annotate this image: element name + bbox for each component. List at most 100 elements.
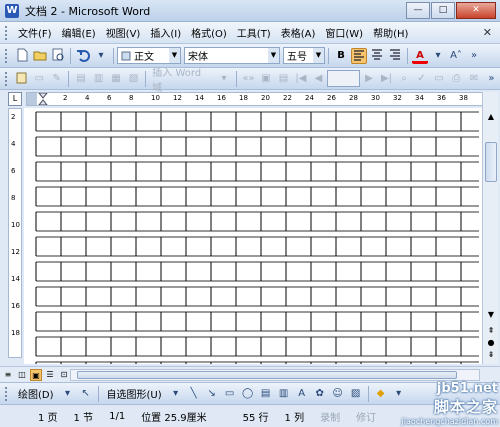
window-title: 文档 2 - Microsoft Word (25, 4, 151, 18)
insert-greeting-line-icon[interactable]: ▥ (91, 71, 106, 87)
menu-file[interactable]: 文件(F) (13, 25, 57, 40)
select-objects-pointer-icon[interactable]: ↖ (78, 386, 94, 402)
vertical-text-box-icon[interactable]: ▥ (276, 386, 292, 402)
insert-merge-fields-icon[interactable]: ▦ (108, 71, 123, 87)
next-record-icon[interactable]: ▶ (361, 71, 376, 87)
menu-edit[interactable]: 编辑(E) (57, 25, 101, 40)
chevron-down-icon[interactable]: ▾ (168, 386, 184, 402)
document-page[interactable] (24, 108, 482, 364)
wordart-icon[interactable]: A (294, 386, 310, 402)
horizontal-ruler[interactable]: 2 4 6 8 10 12 14 16 18 20 22 24 26 28 30 32 34 36 38 (26, 92, 484, 106)
menubar-grip-handle[interactable] (5, 25, 9, 40)
scroll-down-icon[interactable]: ▼ (484, 308, 498, 322)
draw-menu-button[interactable]: 绘图(D) (13, 386, 59, 401)
watermark-line-3: jiaochengchazidian.com (401, 417, 498, 426)
line-tool-icon[interactable]: ╲ (186, 386, 202, 402)
indent-marker-icon[interactable] (37, 93, 51, 105)
toolbar-options-chevron-icon[interactable]: » (466, 48, 482, 64)
toolbar-separator (235, 70, 237, 87)
next-page-icon[interactable]: ⇟ (484, 348, 498, 362)
merge-to-document-icon[interactable]: ▭ (431, 71, 446, 87)
chevron-down-icon[interactable]: ▾ (60, 386, 76, 402)
toolbar-grip-handle[interactable] (5, 48, 9, 63)
last-record-icon[interactable]: ▶| (379, 71, 394, 87)
menu-insert[interactable]: 插入(I) (145, 25, 186, 40)
merge-to-email-icon[interactable]: ✉ (466, 71, 481, 87)
oval-tool-icon[interactable]: ◯ (240, 386, 256, 402)
chevron-down-icon[interactable]: ▾ (216, 71, 231, 87)
grow-font-icon[interactable]: A˄ (448, 48, 464, 64)
ruler-tick-label: 4 (85, 94, 90, 102)
previous-record-icon[interactable]: ◀ (311, 71, 326, 87)
web-view-icon[interactable]: ◫ (16, 369, 28, 381)
document-close-icon[interactable]: ✕ (483, 26, 492, 39)
view-merged-data-icon[interactable]: «» (241, 71, 256, 87)
main-document-setup-icon[interactable] (14, 71, 29, 87)
vertical-scrollbar[interactable]: ▲ ▼ ⇞ ● ⇟ (482, 92, 498, 364)
arrow-tool-icon[interactable]: ↘ (204, 386, 220, 402)
align-right-icon[interactable] (387, 48, 403, 64)
site-watermark: jb51.net 脚本之家 jiaochengchazidian.com (402, 381, 498, 426)
toolbar-grip-handle[interactable] (5, 71, 9, 86)
vertical-ruler[interactable]: 2 4 6 8 10 12 14 16 18 (8, 108, 22, 358)
outline-view-icon[interactable]: ☰ (44, 369, 56, 381)
find-entry-icon[interactable]: ⌕ (396, 71, 411, 87)
tab-stop-selector[interactable]: L (8, 92, 22, 106)
menu-view[interactable]: 视图(V) (101, 25, 146, 40)
reading-view-icon[interactable]: ⊡ (58, 369, 70, 381)
minimize-button[interactable]: — (406, 2, 430, 19)
menu-tools[interactable]: 工具(T) (232, 25, 276, 40)
first-record-icon[interactable]: |◀ (293, 71, 308, 87)
status-revision[interactable]: 修订 (348, 409, 384, 424)
toolbar-separator (145, 70, 147, 87)
print-layout-view-icon[interactable]: ▣ (30, 368, 42, 381)
horizontal-scroll-thumb[interactable] (77, 371, 457, 379)
status-record[interactable]: 录制 (312, 409, 348, 424)
highlight-fields-icon[interactable]: ▣ (258, 71, 273, 87)
vertical-scroll-thumb[interactable] (485, 142, 497, 182)
window-controls: — □ ✕ (405, 2, 496, 19)
open-folder-icon[interactable] (32, 48, 48, 64)
text-box-icon[interactable]: ▤ (258, 386, 274, 402)
undo-icon[interactable] (75, 48, 91, 64)
align-center-icon[interactable] (369, 48, 385, 64)
close-button[interactable]: ✕ (456, 2, 496, 19)
new-document-icon[interactable] (14, 48, 30, 64)
toolbar-options-chevron-icon[interactable]: » (484, 71, 499, 87)
font-select[interactable]: 宋体 ▼ (184, 47, 280, 64)
match-fields-icon[interactable]: ▤ (276, 71, 291, 87)
rectangle-tool-icon[interactable]: ▭ (222, 386, 238, 402)
check-errors-icon[interactable]: ✓ (414, 71, 429, 87)
font-color-icon[interactable]: A (412, 48, 428, 64)
ruler-tick-label: 38 (459, 94, 468, 102)
edit-recipients-icon[interactable]: ✎ (49, 71, 64, 87)
font-size-select[interactable]: 五号 ▼ (283, 47, 325, 64)
horizontal-scrollbar[interactable] (70, 369, 480, 381)
clip-art-icon[interactable]: ☺ (330, 386, 346, 402)
menu-help[interactable]: 帮助(H) (368, 25, 413, 40)
align-left-icon[interactable] (351, 47, 367, 64)
insert-field-icon[interactable]: ▧ (126, 71, 141, 87)
insert-word-field-button[interactable]: 插入 Word 域 (149, 64, 215, 94)
diagram-icon[interactable]: ✿ (312, 386, 328, 402)
normal-view-icon[interactable]: ≡ (2, 369, 14, 381)
fill-color-icon[interactable]: ◆ (373, 386, 389, 402)
scroll-up-icon[interactable]: ▲ (484, 110, 498, 124)
insert-address-block-icon[interactable]: ▤ (73, 71, 88, 87)
style-select[interactable]: 正文 ▼ (117, 47, 181, 64)
record-number-input[interactable] (327, 70, 361, 87)
open-data-source-icon[interactable]: ▭ (31, 71, 46, 87)
maximize-button[interactable]: □ (431, 2, 455, 19)
toolbar-grip-handle[interactable] (5, 386, 9, 401)
bold-button[interactable]: B (333, 48, 349, 64)
print-preview-icon[interactable] (50, 48, 66, 64)
menu-table[interactable]: 表格(A) (276, 25, 321, 40)
font-color-dropdown-icon[interactable]: ▾ (430, 48, 446, 64)
undo-dropdown-icon[interactable]: ▾ (93, 48, 109, 64)
autoshapes-menu-button[interactable]: 自选图形(U) (102, 386, 167, 401)
menu-format[interactable]: 格式(O) (186, 25, 232, 40)
picture-icon[interactable]: ▨ (348, 386, 364, 402)
menu-window[interactable]: 窗口(W) (320, 25, 368, 40)
merge-to-printer-icon[interactable]: ⎙ (449, 71, 464, 87)
toolbar-separator (113, 47, 114, 64)
